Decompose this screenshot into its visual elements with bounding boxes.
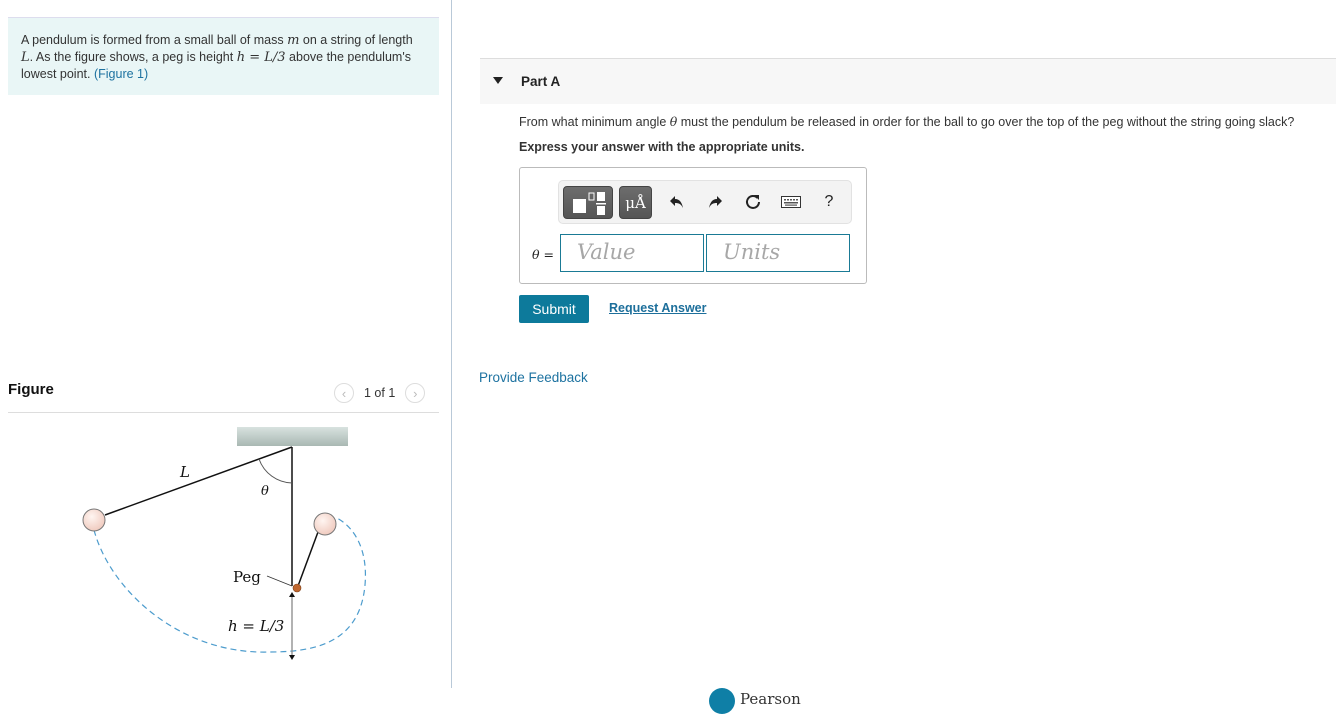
question-part: From what minimum angle bbox=[519, 115, 670, 129]
value-input[interactable]: Value bbox=[560, 234, 704, 272]
keyboard-button[interactable] bbox=[778, 189, 804, 215]
help-button[interactable]: ? bbox=[816, 189, 842, 215]
peg bbox=[292, 583, 302, 593]
pearson-logo: Pearson bbox=[709, 688, 801, 714]
part-title: Part A bbox=[521, 74, 561, 89]
fraction-templates-icon bbox=[573, 192, 606, 215]
theta-arc bbox=[258, 458, 293, 484]
variable-text: θ = bbox=[532, 247, 554, 262]
request-answer-link[interactable]: Request Answer bbox=[609, 301, 706, 315]
redo-icon bbox=[709, 196, 722, 208]
reset-icon bbox=[746, 195, 760, 209]
undo-button[interactable] bbox=[664, 189, 690, 215]
label-theta: θ bbox=[261, 484, 269, 499]
problem-statement: A pendulum is formed from a small ball o… bbox=[8, 17, 439, 95]
part-a-header[interactable]: Part A bbox=[480, 58, 1336, 104]
math-h: h bbox=[236, 50, 246, 65]
templates-button[interactable] bbox=[563, 186, 613, 219]
units-button[interactable]: μÅ bbox=[619, 186, 652, 219]
peg-leader-line bbox=[266, 575, 293, 587]
next-figure-button[interactable]: › bbox=[405, 383, 426, 403]
figure-divider bbox=[8, 412, 439, 413]
redo-button[interactable] bbox=[702, 189, 728, 215]
arrow-head-down bbox=[289, 655, 295, 660]
math-equals: = bbox=[245, 50, 265, 65]
pearson-logo-icon bbox=[709, 688, 735, 714]
math-m: m bbox=[287, 33, 300, 48]
logo-text: Pearson bbox=[740, 690, 801, 708]
keyboard-icon bbox=[781, 196, 801, 208]
reset-button[interactable] bbox=[740, 189, 766, 215]
chevron-right-icon: › bbox=[413, 385, 418, 401]
undo-icon bbox=[670, 196, 683, 208]
instruction-text: Express your answer with the appropriate… bbox=[519, 140, 805, 154]
short-string bbox=[297, 531, 319, 587]
pendulum-figure: L θ Peg h = L/3 bbox=[70, 420, 380, 670]
units-input[interactable]: Units bbox=[706, 234, 850, 272]
math-toolbar: μÅ ? bbox=[558, 180, 852, 224]
submit-button[interactable]: Submit bbox=[519, 295, 589, 323]
question-part: must the pendulum be released in order f… bbox=[677, 115, 1295, 129]
provide-feedback-link[interactable]: Provide Feedback bbox=[479, 370, 588, 385]
arrow-head-up bbox=[289, 592, 295, 597]
pendulum-diagram: L θ Peg h = L/3 bbox=[82, 427, 367, 660]
label-L: L bbox=[179, 463, 190, 481]
collapse-triangle-icon[interactable] bbox=[493, 77, 503, 84]
ball-start bbox=[82, 508, 106, 532]
figure-title: Figure bbox=[8, 381, 54, 398]
question-text: From what minimum angle θ must the pendu… bbox=[519, 114, 1294, 129]
label-h: h = L/3 bbox=[228, 617, 284, 635]
panel-divider[interactable] bbox=[451, 0, 452, 688]
string-L bbox=[104, 446, 293, 516]
label-peg: Peg bbox=[233, 568, 261, 586]
problem-text: . As the figure shows, a peg is height bbox=[29, 50, 237, 64]
figure-link[interactable]: (Figure 1) bbox=[94, 67, 148, 81]
figure-pager: ‹ 1 of 1 › bbox=[334, 381, 426, 405]
pager-label: 1 of 1 bbox=[364, 386, 396, 400]
problem-text: on a string of length bbox=[299, 33, 413, 47]
left-panel: A pendulum is formed from a small ball o… bbox=[0, 0, 452, 700]
chevron-left-icon: ‹ bbox=[341, 385, 347, 401]
ceiling bbox=[237, 427, 348, 446]
answer-variable-label: θ = bbox=[532, 247, 554, 262]
prev-figure-button[interactable]: ‹ bbox=[334, 383, 354, 403]
answer-box: μÅ ? θ = Value Units bbox=[519, 167, 867, 284]
ball-top bbox=[313, 512, 337, 536]
math-L: L bbox=[21, 50, 30, 65]
math-L-over-3: L/3 bbox=[264, 50, 286, 65]
problem-text: A pendulum is formed from a small ball o… bbox=[21, 33, 288, 47]
